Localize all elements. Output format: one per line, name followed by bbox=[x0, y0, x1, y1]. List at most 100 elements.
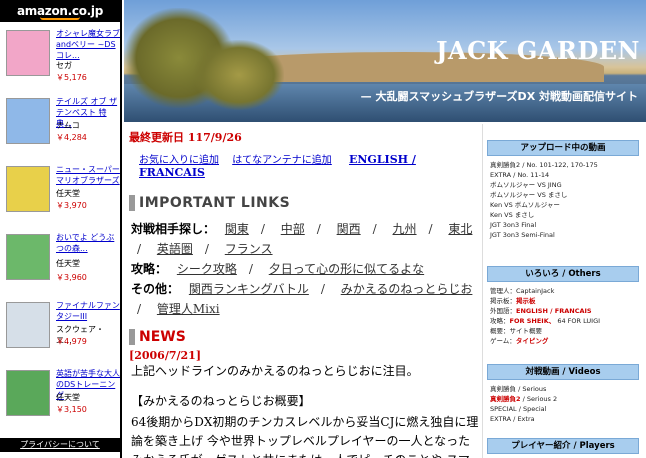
product-price: ￥5,176 bbox=[56, 73, 87, 82]
link-kyushu[interactable]: 九州 bbox=[393, 222, 417, 236]
product-name-link[interactable]: ファイナルファンタジーIII bbox=[56, 300, 120, 322]
separator: / bbox=[372, 222, 377, 236]
product-maker: セガ bbox=[56, 61, 72, 70]
typing-game-link[interactable]: タイピング bbox=[516, 337, 549, 345]
separator: / bbox=[428, 222, 433, 236]
top-links: お気に入りに追加 はてなアンテナに追加 ENGLISH / FRANCAIS bbox=[139, 151, 479, 179]
amazon-product[interactable]: テイルズ オブ ザ テンペスト 特典... ナムコ ￥4,284 bbox=[4, 92, 118, 158]
amazon-product[interactable]: オシャレ魔女ラブandベリー ~DSコレ... ￥5,176 セガ bbox=[4, 24, 120, 90]
product-price: ￥3,970 bbox=[56, 201, 87, 210]
videos-special-link[interactable]: SPECIAL / Special bbox=[490, 404, 636, 414]
product-maker: 任天堂 bbox=[56, 393, 80, 402]
main-content: 最終更新日 117/9/26 お気に入りに追加 はてなアンテナに追加 ENGLI… bbox=[127, 124, 479, 458]
important-links: 対戦相手探し： 関東 / 中部 / 関西 / 九州 / 東北 / 英語圏 / フランス 攻… bbox=[131, 219, 479, 319]
product-maker: ナムコ bbox=[56, 121, 80, 130]
product-name-link[interactable]: おいでよ どうぶつの森... bbox=[56, 232, 120, 254]
video-item[interactable]: Ken VS ボムソルジャー bbox=[490, 200, 636, 210]
links-label: 攻略： bbox=[131, 262, 168, 276]
news-heading: NEWS bbox=[129, 329, 479, 345]
link-sunset[interactable]: 夕日って心の形に似てるよな bbox=[269, 262, 424, 276]
site-title: JACK GARDEN bbox=[436, 36, 640, 65]
site-banner: JACK GARDEN — 大乱闘スマッシュブラザーズDX 対戦動画配信サイト bbox=[124, 0, 646, 122]
video-item[interactable]: EXTRA / No. 11-14 bbox=[490, 170, 636, 180]
product-price: ￥3,960 bbox=[56, 273, 87, 282]
product-thumbnail[interactable] bbox=[6, 234, 50, 280]
amazon-product[interactable]: ファイナルファンタジーIII スクウェア・エ... ￥4,979 bbox=[4, 296, 120, 362]
videos-serious2-row[interactable]: 真剣勝負2 / Serious 2 bbox=[490, 394, 636, 404]
videos-box: 対戦動画 / Videos 真剣勝負 / Serious 真剣勝負2 / Ser… bbox=[487, 364, 639, 428]
box-heading: アップロード中の動画 bbox=[487, 140, 639, 156]
players-box: プレイヤー紹介 / Players bbox=[487, 438, 639, 454]
link-net-radio[interactable]: みかえるのねっとらじお bbox=[341, 282, 473, 296]
video-item[interactable]: JGT 3on3 Final bbox=[490, 220, 636, 230]
others-row: ゲーム：タイピング bbox=[490, 336, 636, 346]
others-label: 外国語： bbox=[490, 307, 516, 315]
admin-name: CaptainJack bbox=[516, 287, 555, 295]
links-row-strategy: 攻略： シーク攻略 / 夕日って心の形に似てるよな bbox=[131, 259, 479, 279]
link-sheik-strategy[interactable]: シーク攻略 bbox=[177, 262, 237, 276]
product-thumbnail[interactable] bbox=[6, 98, 50, 144]
others-row: 概要：サイト概要 bbox=[490, 326, 636, 336]
important-links-heading: IMPORTANT LINKS bbox=[129, 195, 479, 211]
last-updated: 最終更新日 117/9/26 bbox=[129, 131, 242, 144]
others-label: 攻略： bbox=[490, 317, 510, 325]
link-kansai-ranking[interactable]: 関西ランキングバトル bbox=[189, 282, 309, 296]
product-thumbnail[interactable] bbox=[6, 302, 50, 348]
videos-extra-link[interactable]: EXTRA / Extra bbox=[490, 414, 636, 424]
amazon-product[interactable]: おいでよ どうぶつの森... 任天堂 ￥3,960 bbox=[4, 228, 118, 294]
video-item[interactable]: ボムソルジャー VS JING bbox=[490, 180, 636, 190]
product-name-link[interactable]: ニュー・スーパーマリオブラザーズ bbox=[56, 164, 120, 186]
uploading-videos-box: アップロード中の動画 真剣勝負2 / No. 101-122, 170-175 … bbox=[487, 140, 639, 244]
amazon-logo[interactable]: amazon.co.jp bbox=[0, 0, 120, 22]
foreign-language-link[interactable]: ENGLISH / FRANCAIS bbox=[516, 307, 592, 315]
product-thumbnail[interactable] bbox=[6, 370, 50, 416]
news-body: 64後期からDX初期のチンカスレベルから妥当CJに燃え独自に理論を築き上げ 今や… bbox=[131, 415, 479, 458]
amazon-product[interactable]: 英語が苦手な大人のDSトレーニング 任天堂 ￥3,150 bbox=[4, 364, 120, 430]
privacy-link[interactable]: プライバシーについて bbox=[0, 438, 120, 452]
amazon-product[interactable]: ニュー・スーパーマリオブラザーズ 任天堂 ￥3,970 bbox=[4, 160, 120, 226]
right-sidebar: アップロード中の動画 真剣勝負2 / No. 101-122, 170-175 … bbox=[482, 124, 646, 458]
video-item[interactable]: ボムソルジャー VS まさし bbox=[490, 190, 636, 200]
amazon-widget: amazon.co.jp オシャレ魔女ラブandベリー ~DSコレ... ￥5,… bbox=[0, 0, 122, 458]
link-kansai[interactable]: 関西 bbox=[337, 222, 361, 236]
others-label: 管理人： bbox=[490, 287, 516, 295]
for-sheik-link[interactable]: FOR SHEIK、 bbox=[510, 317, 556, 325]
hatena-antenna-link[interactable]: はてなアンテナに追加 bbox=[232, 155, 332, 166]
others-row: 掲示板：掲示板 bbox=[490, 296, 636, 306]
product-maker: 任天堂 bbox=[56, 259, 80, 268]
link-kanto[interactable]: 関東 bbox=[225, 222, 249, 236]
product-price: ￥4,284 bbox=[56, 133, 87, 142]
add-favorites-link[interactable]: お気に入りに追加 bbox=[139, 155, 219, 166]
bbs-link[interactable]: 掲示板 bbox=[516, 297, 536, 305]
site-overview-link[interactable]: サイト概要 bbox=[510, 327, 543, 335]
video-item[interactable]: Ken VS まさし bbox=[490, 210, 636, 220]
product-thumbnail[interactable] bbox=[6, 166, 50, 212]
others-box: いろいろ / Others 管理人：CaptainJack 掲示板：掲示板 外国… bbox=[487, 266, 639, 350]
separator: / bbox=[260, 222, 265, 236]
product-name-link[interactable]: オシャレ魔女ラブandベリー ~DSコレ... bbox=[56, 28, 120, 61]
separator: / bbox=[248, 262, 253, 276]
news-headline: 上記ヘッドラインのみかえるのねっとらじおに注目。 bbox=[131, 364, 419, 378]
separator: / bbox=[316, 222, 321, 236]
others-label: 掲示板： bbox=[490, 297, 516, 305]
video-item[interactable]: 真剣勝負2 / No. 101-122, 170-175 bbox=[490, 160, 636, 170]
box-heading: いろいろ / Others bbox=[487, 266, 639, 282]
link-tohoku[interactable]: 東北 bbox=[448, 222, 472, 236]
link-english[interactable]: 英語圏 bbox=[157, 242, 193, 256]
box-heading: プレイヤー紹介 / Players bbox=[487, 438, 639, 454]
box-body: 真剣勝負2 / No. 101-122, 170-175 EXTRA / No.… bbox=[487, 156, 639, 244]
link-chubu[interactable]: 中部 bbox=[281, 222, 305, 236]
separator: / bbox=[137, 302, 142, 316]
separator: / bbox=[320, 282, 325, 296]
link-france[interactable]: フランス bbox=[225, 242, 273, 256]
others-label: ゲーム： bbox=[490, 337, 516, 345]
site-subtitle: — 大乱闘スマッシュブラザーズDX 対戦動画配信サイト bbox=[360, 90, 638, 103]
video-item[interactable]: JGT 3on3 Semi-Final bbox=[490, 230, 636, 240]
box-heading: 対戦動画 / Videos bbox=[487, 364, 639, 380]
product-thumbnail[interactable] bbox=[6, 30, 50, 76]
for-luigi-link[interactable]: 64 FOR LUIGI bbox=[557, 317, 600, 325]
videos-serious2-link[interactable]: 真剣勝負2 bbox=[490, 395, 521, 403]
videos-serious-link[interactable]: 真剣勝負 / Serious bbox=[490, 384, 636, 394]
separator: / bbox=[204, 242, 209, 256]
link-admin-mixi[interactable]: 管理人Mixi bbox=[157, 302, 220, 316]
